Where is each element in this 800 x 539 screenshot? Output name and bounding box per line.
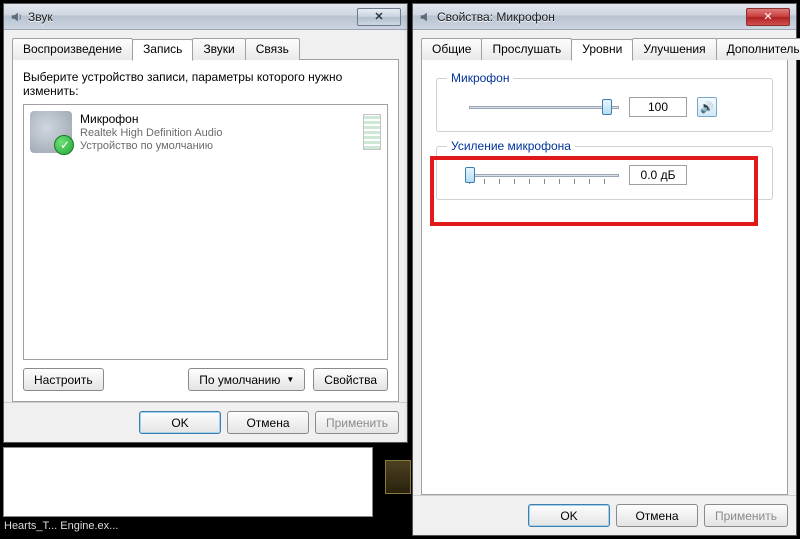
- configure-button[interactable]: Настроить: [23, 368, 104, 391]
- cancel-button[interactable]: Отмена: [227, 411, 309, 434]
- tab-comm[interactable]: Связь: [245, 38, 300, 60]
- device-default: Устройство по умолчанию: [80, 140, 222, 152]
- device-list[interactable]: ✓ Микрофон Realtek High Definition Audio…: [23, 104, 388, 360]
- levels-panel: Микрофон 100 🔊 Усиление микрофона: [421, 59, 788, 495]
- taskbar-preview: [3, 447, 373, 517]
- device-driver: Realtek High Definition Audio: [80, 127, 222, 139]
- tab-sounds[interactable]: Звуки: [192, 38, 245, 60]
- mic-level-group: Микрофон 100 🔊: [436, 78, 773, 132]
- ok-button[interactable]: OK: [528, 504, 610, 527]
- sound-titlebar[interactable]: Звук ✕: [4, 4, 407, 30]
- mic-boost-slider[interactable]: [469, 165, 619, 185]
- tab-enhance[interactable]: Улучшения: [632, 38, 716, 60]
- tab-levels[interactable]: Уровни: [571, 39, 633, 61]
- mic-level-slider[interactable]: [469, 97, 619, 117]
- desktop-folder-icon[interactable]: [385, 460, 411, 494]
- level-meter: [363, 114, 381, 150]
- mic-level-value[interactable]: 100: [629, 97, 687, 117]
- cancel-button[interactable]: Отмена: [616, 504, 698, 527]
- tab-playback[interactable]: Воспроизведение: [12, 38, 133, 60]
- mic-boost-legend: Усиление микрофона: [447, 139, 575, 153]
- tab-listen[interactable]: Прослушать: [481, 38, 572, 60]
- check-icon: ✓: [60, 138, 70, 152]
- taskbar-labels: Hearts_T... Engine.ex...: [4, 520, 118, 532]
- sound-title: Звук: [28, 10, 53, 24]
- apply-button[interactable]: Применить: [704, 504, 788, 527]
- microphone-icon: ✓: [30, 111, 72, 153]
- sound-footer: OK Отмена Применить: [4, 402, 407, 442]
- sound-dialog: Звук ✕ Воспроизведение Запись Звуки Связ…: [3, 3, 408, 443]
- tab-general[interactable]: Общие: [421, 38, 482, 60]
- tab-advanced[interactable]: Дополнительно: [716, 38, 800, 60]
- props-tabstrip: Общие Прослушать Уровни Улучшения Дополн…: [421, 38, 788, 60]
- sound-tabpanel: Выберите устройство записи, параметры ко…: [12, 59, 399, 402]
- tab-record[interactable]: Запись: [132, 39, 193, 61]
- properties-button[interactable]: Свойства: [313, 368, 388, 391]
- mic-boost-group: Усиление микрофона 0.0 дБ: [436, 146, 773, 200]
- ok-button[interactable]: OK: [139, 411, 221, 434]
- set-default-label: По умолчанию: [199, 373, 280, 387]
- close-button[interactable]: ✕: [746, 8, 790, 26]
- device-microphone[interactable]: ✓ Микрофон Realtek High Definition Audio…: [26, 107, 385, 157]
- sound-icon: [10, 10, 24, 24]
- mic-level-legend: Микрофон: [447, 71, 513, 85]
- mic-boost-value[interactable]: 0.0 дБ: [629, 165, 687, 185]
- props-footer: OK Отмена Применить: [413, 495, 796, 535]
- device-name: Микрофон: [80, 112, 222, 126]
- apply-button[interactable]: Применить: [315, 411, 399, 434]
- mute-button[interactable]: 🔊: [697, 97, 717, 117]
- device-prompt: Выберите устройство записи, параметры ко…: [23, 70, 388, 98]
- set-default-button[interactable]: По умолчанию ▼: [188, 368, 305, 391]
- close-button[interactable]: ✕: [357, 8, 401, 26]
- speaker-icon: [419, 10, 433, 24]
- props-title: Свойства: Микрофон: [437, 10, 555, 24]
- mic-properties-dialog: Свойства: Микрофон ✕ Общие Прослушать Ур…: [412, 3, 797, 536]
- chevron-down-icon: ▼: [286, 375, 294, 384]
- sound-tabstrip: Воспроизведение Запись Звуки Связь: [12, 38, 399, 60]
- props-titlebar[interactable]: Свойства: Микрофон ✕: [413, 4, 796, 30]
